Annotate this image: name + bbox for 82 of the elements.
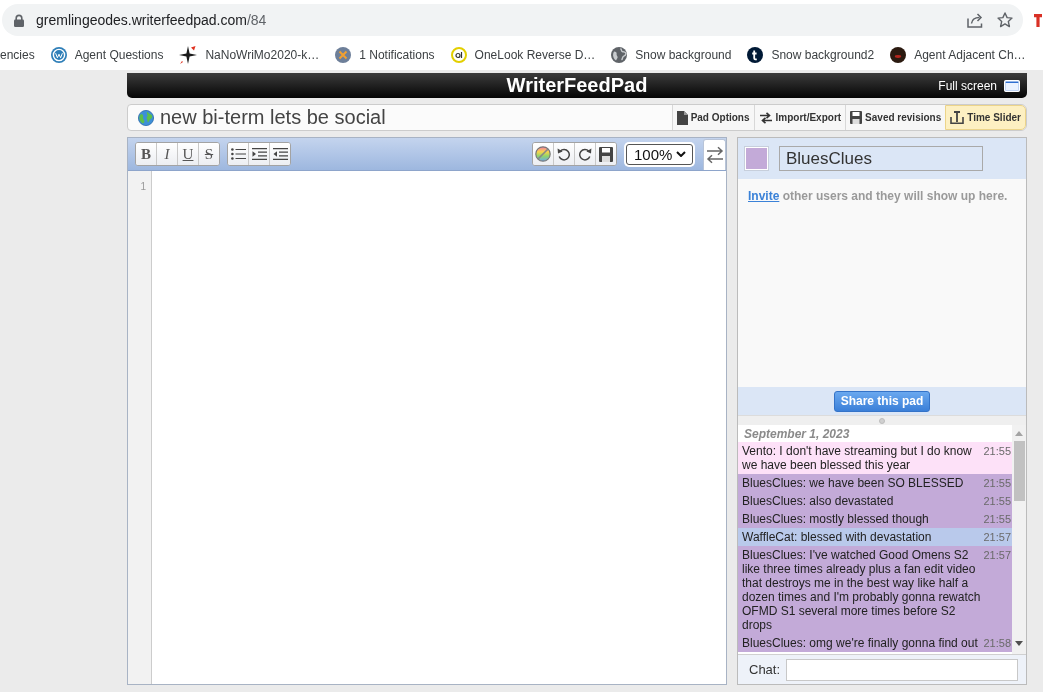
pad-menu-button[interactable]: Time Slider <box>945 105 1026 130</box>
url-text: gremlingeodes.writerfeedpad.com/84 <box>36 12 267 28</box>
resize-handle-icon[interactable] <box>879 417 885 424</box>
bold-button[interactable]: B <box>136 143 157 165</box>
round-logo-icon <box>50 47 67 63</box>
timeline-icon <box>950 111 965 124</box>
indent-icon <box>251 148 267 160</box>
chat-input-field[interactable] <box>786 658 1018 681</box>
outdent-icon <box>272 148 288 160</box>
round-logo-icon <box>747 47 764 63</box>
address-bar[interactable]: gremlingeodes.writerfeedpad.com/84 <box>2 4 1023 36</box>
spark-icon <box>179 46 198 64</box>
name-field[interactable]: BluesClues <box>779 146 983 171</box>
save-button[interactable] <box>596 143 616 165</box>
globe-icon <box>611 47 628 63</box>
bookmark[interactable]: Agent Adjacent Ch… <box>882 43 1034 67</box>
message-text: Vento: I don't have streaming but I do know we have been blessed this year <box>742 444 973 472</box>
extension-icon[interactable] <box>1034 13 1042 27</box>
redo-button[interactable] <box>575 143 596 165</box>
app-title: WriterFeedPad <box>506 74 648 97</box>
invite-message: Invite other users and they will show up here. <box>748 189 1009 203</box>
swatch-icon[interactable] <box>745 147 768 170</box>
document-icon <box>676 110 688 125</box>
scroll-thumb[interactable] <box>1013 441 1025 501</box>
zoom-dropdown[interactable]: 100% <box>626 143 693 165</box>
italic-button[interactable]: I <box>157 143 178 165</box>
chat-date: September 1, 2023 <box>743 426 851 442</box>
bullet-list-button[interactable] <box>228 143 249 165</box>
clear-colors-button[interactable] <box>533 143 554 165</box>
message-time: 21:55 <box>983 512 1011 526</box>
message-time: 21:57 <box>983 530 1011 544</box>
floppy-icon <box>850 111 863 124</box>
fullscreen-button[interactable]: Full screen <box>938 78 1027 93</box>
invite-link[interactable]: Invite <box>748 189 780 203</box>
message-text: BluesClues: mostly blessed though <box>742 512 930 526</box>
swap-arrows-icon <box>705 146 724 164</box>
pad-menu-button[interactable]: Import/Export <box>753 105 846 130</box>
floppy-icon <box>599 146 613 162</box>
avatar-icon <box>890 47 907 63</box>
underline-button[interactable]: U <box>178 143 199 165</box>
share-icon[interactable] <box>967 12 983 28</box>
scrollbar[interactable] <box>1012 425 1026 654</box>
message-time: 21:55 <box>983 494 1011 508</box>
bookmark[interactable]: Snow background <box>603 43 740 67</box>
strikethrough-button[interactable]: S <box>199 143 219 165</box>
chat-label: Chat: <box>749 662 781 677</box>
globe-icon <box>138 109 154 126</box>
line-number: 1 <box>140 181 146 193</box>
arrow-down-icon[interactable] <box>1015 641 1023 646</box>
message-time: 21:58 <box>983 636 1011 650</box>
message-text: BluesClues: I've watched Good Omens S2 like three times already plus a fan edit video that destroys me in the best way like half a dozen times and I'm probably gonna rewatch OFMD S1 several more times before S2 drops <box>742 548 982 632</box>
message-text: WaffleCat: blessed with devastation <box>742 530 933 544</box>
star-icon[interactable] <box>997 12 1013 28</box>
outdent-button[interactable] <box>270 143 290 165</box>
undo-button[interactable] <box>554 143 575 165</box>
message-text: BluesClues: we have been SO BLESSED <box>742 476 965 490</box>
message-time: 21:55 <box>983 476 1011 490</box>
redo-icon <box>578 147 592 161</box>
pad-menu-button[interactable]: Pad Options <box>671 105 754 130</box>
bookmark[interactable]: NaNoWriMo2020-k… <box>171 43 328 67</box>
indent-button[interactable] <box>249 143 270 165</box>
swap-arrows-icon <box>758 111 773 124</box>
bookmark[interactable]: Snow background2 <box>739 43 883 67</box>
pad-menu-button[interactable]: Saved revisions <box>845 105 946 130</box>
ring-icon <box>450 47 467 63</box>
pad-title: new bi-term lets be social <box>160 106 386 129</box>
bookmark[interactable]: encies <box>0 43 43 67</box>
bullet-list-icon <box>230 148 246 160</box>
lock-icon <box>14 13 24 27</box>
bookmark[interactable]: OneLook Reverse D… <box>442 43 604 67</box>
bookmark[interactable]: Agent Questions <box>42 43 172 67</box>
message-text: BluesClues: also devastated <box>742 494 895 508</box>
message-time: 21:55 <box>983 444 1011 458</box>
window-icon <box>1004 79 1020 92</box>
message-time: 21:57 <box>983 548 1011 562</box>
undo-icon <box>557 147 571 161</box>
message-text: BluesClues: omg we're finally gonna find out <box>742 636 979 650</box>
bookmark[interactable]: 1 Notifications <box>327 43 443 67</box>
round-badge-icon <box>335 47 352 63</box>
toggle-panel-button[interactable] <box>703 139 726 170</box>
caret-icon <box>676 151 686 157</box>
color-wheel-icon <box>535 146 551 162</box>
